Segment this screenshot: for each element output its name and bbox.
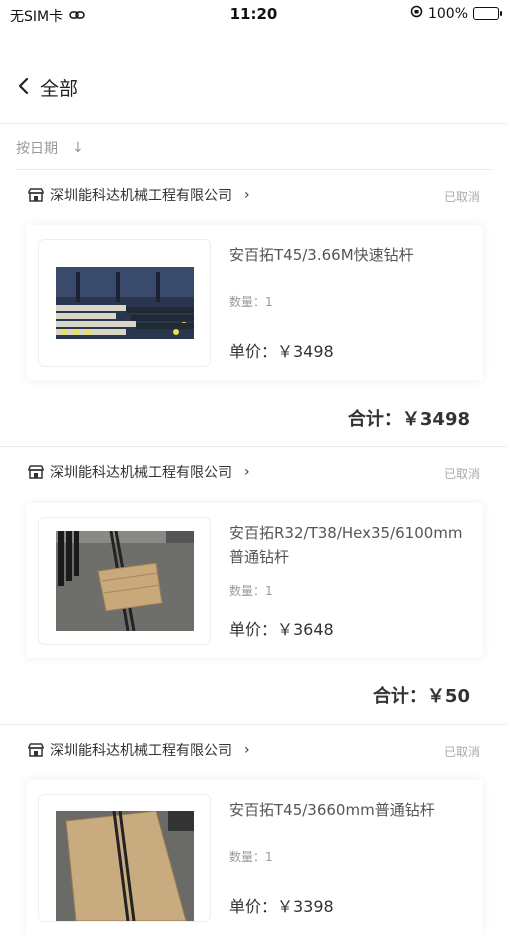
order-status: 已取消 xyxy=(443,745,480,759)
product-name-line: 安百拓R32/T38/Hex35/6100mm xyxy=(229,524,463,542)
back-button[interactable] xyxy=(12,74,34,98)
product-quantity: 数量：1 xyxy=(229,295,273,309)
unit-price: 单价：￥3648 xyxy=(229,620,334,639)
product-quantity: 数量：1 xyxy=(229,850,273,864)
chevron-left-icon xyxy=(18,77,29,95)
battery-info: 100% xyxy=(410,5,502,22)
page-title: 全部 xyxy=(40,78,79,100)
chevron-right-icon: › xyxy=(244,464,250,480)
product-card[interactable]: 安百拓T45/3.66M快速钻杆 数量：1 单价：￥3498 xyxy=(26,225,483,380)
order-item: 深圳能科达机械工程有限公司 › 已取消 安百拓T45/3.66M快速钻杆 数量：… xyxy=(0,170,507,447)
product-image xyxy=(38,239,211,367)
shop-name: 深圳能科达机械工程有限公司 xyxy=(50,465,232,481)
unit-price: 单价：￥3498 xyxy=(229,342,334,361)
order-status: 已取消 xyxy=(443,190,480,204)
product-name-line: 普通钻杆 xyxy=(229,548,290,566)
product-image xyxy=(38,517,211,645)
order-item: 深圳能科达机械工程有限公司 › 已取消 安百拓R32/T38/Hex35/610… xyxy=(0,447,507,725)
product-name: 安百拓T45/3.66M快速钻杆 xyxy=(229,243,474,267)
chevron-right-icon: › xyxy=(244,187,250,203)
order-total: 合计：￥50 xyxy=(372,686,470,707)
product-card[interactable]: 安百拓R32/T38/Hex35/6100mm 普通钻杆 数量：1 单价：￥36… xyxy=(26,503,483,658)
orientation-lock-icon xyxy=(410,5,423,22)
chevron-right-icon: › xyxy=(244,742,250,758)
order-total: 合计：￥3498 xyxy=(347,409,470,430)
shop-name: 深圳能科达机械工程有限公司 xyxy=(50,188,232,204)
shop-icon xyxy=(28,465,44,479)
product-card[interactable]: 安百拓T45/3660mm普通钻杆 数量：1 单价：￥3398 xyxy=(26,780,483,935)
product-quantity: 数量：1 xyxy=(229,584,273,598)
product-image xyxy=(38,794,211,922)
shop-name: 深圳能科达机械工程有限公司 xyxy=(50,743,232,759)
shop-link[interactable]: 深圳能科达机械工程有限公司 › xyxy=(28,740,250,760)
shop-link[interactable]: 深圳能科达机械工程有限公司 › xyxy=(28,462,250,482)
product-name: 安百拓T45/3660mm普通钻杆 xyxy=(229,798,474,822)
product-name: 安百拓R32/T38/Hex35/6100mm 普通钻杆 xyxy=(229,521,474,569)
nav-divider xyxy=(0,123,507,124)
shop-link[interactable]: 深圳能科达机械工程有限公司 › xyxy=(28,185,250,205)
status-bar: 无SIM卡 11:20 100% xyxy=(0,0,507,30)
order-item: 深圳能科达机械工程有限公司 › 已取消 安百拓T45/3660mm普通钻杆 数量… xyxy=(0,725,507,935)
shop-icon xyxy=(28,743,44,757)
unit-price: 单价：￥3398 xyxy=(229,897,334,916)
battery-icon xyxy=(473,7,502,20)
product-name-line: 安百拓T45/3.66M快速钻杆 xyxy=(229,246,414,264)
sort-label: 按日期 xyxy=(16,141,58,157)
product-name-line: 安百拓T45/3660mm普通钻杆 xyxy=(229,801,435,819)
nav-bar: 全部 xyxy=(0,60,507,112)
battery-percent: 100% xyxy=(427,5,468,22)
shop-icon xyxy=(28,188,44,202)
arrow-down-icon: ↓ xyxy=(72,140,84,156)
sort-by-date-button[interactable]: 按日期 ↓ xyxy=(16,138,84,158)
order-status: 已取消 xyxy=(443,467,480,481)
